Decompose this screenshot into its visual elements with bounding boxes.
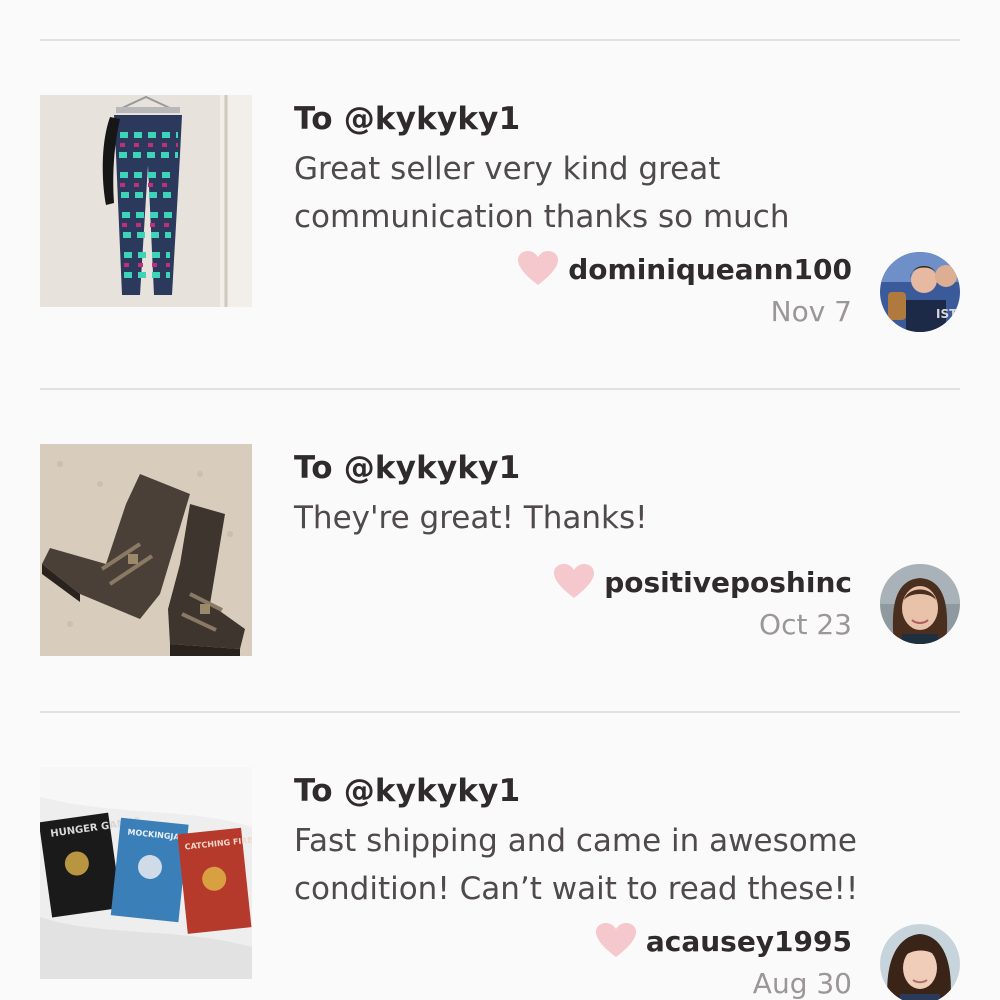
svg-text:IST: IST: [936, 307, 958, 321]
divider: [40, 388, 960, 390]
review-item[interactable]: To @kykyky1 Great seller very kind great…: [0, 95, 1000, 335]
boots-image: [40, 444, 252, 656]
review-recipient[interactable]: To @kykyky1: [294, 101, 520, 137]
review-recipient[interactable]: To @kykyky1: [294, 773, 520, 809]
reviewer-avatar[interactable]: [880, 564, 960, 644]
review-item[interactable]: HUNGER GAMES MOCKINGJAY CATCHING FIRE To…: [0, 767, 1000, 1000]
avatar-image: [880, 924, 960, 1000]
review-feed: To @kykyky1 Great seller very kind great…: [0, 0, 1000, 1000]
heart-icon[interactable]: [554, 564, 595, 600]
review-message: Fast shipping and came in awesome condit…: [294, 823, 859, 907]
listing-thumbnail-boots[interactable]: [40, 444, 252, 656]
leggings-image: [40, 95, 252, 307]
review-date: Oct 23: [759, 608, 852, 641]
listing-thumbnail-books[interactable]: HUNGER GAMES MOCKINGJAY CATCHING FIRE: [40, 767, 252, 979]
review-date: Aug 30: [752, 967, 852, 1000]
avatar-image: IST: [880, 252, 960, 332]
heart-icon[interactable]: [518, 251, 559, 287]
review-item[interactable]: To @kykyky1 They're great! Thanks! posit…: [0, 444, 1000, 684]
avatar-image: [880, 564, 960, 644]
review-message: Great seller very kind great communicati…: [294, 151, 790, 235]
reviewer-username[interactable]: dominiqueann100: [568, 253, 852, 286]
review-meta: positiveposhinc Oct 23: [554, 564, 852, 641]
divider: [40, 39, 960, 41]
listing-thumbnail-leggings[interactable]: [40, 95, 252, 307]
reviewer-username[interactable]: positiveposhinc: [604, 566, 852, 599]
review-message: They're great! Thanks!: [294, 500, 648, 536]
reviewer-avatar[interactable]: IST: [880, 252, 960, 332]
review-meta: acausey1995 Aug 30: [595, 923, 852, 1000]
reviewer-username[interactable]: acausey1995: [646, 925, 852, 958]
heart-icon[interactable]: [595, 923, 636, 959]
review-date: Nov 7: [770, 295, 852, 328]
review-meta: dominiqueann100 Nov 7: [518, 251, 852, 328]
divider: [40, 711, 960, 713]
books-image: HUNGER GAMES MOCKINGJAY CATCHING FIRE: [40, 767, 252, 979]
review-recipient[interactable]: To @kykyky1: [294, 450, 520, 486]
reviewer-avatar[interactable]: [880, 924, 960, 1000]
